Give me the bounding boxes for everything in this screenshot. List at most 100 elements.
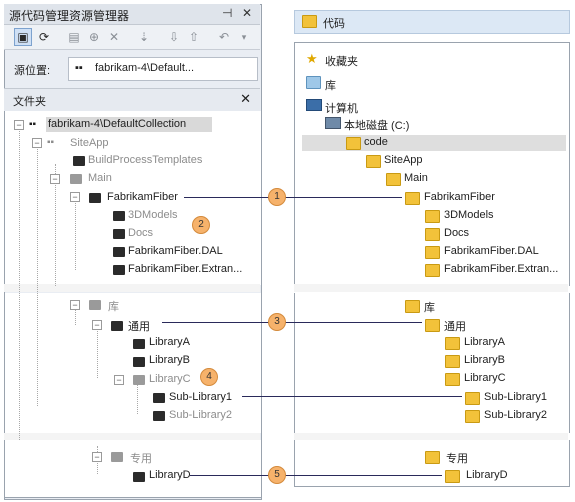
pin-icon[interactable]: ⊣ xyxy=(222,6,232,20)
nav-3dmodels[interactable]: 3DModels xyxy=(444,209,494,221)
delete-icon[interactable]: ✕ xyxy=(106,29,122,45)
tree-node-tongyong[interactable]: 通用 xyxy=(128,318,150,334)
collapse-toggle[interactable]: − xyxy=(70,192,80,202)
folder-icon xyxy=(425,228,440,241)
add-items-icon[interactable]: ⊕ xyxy=(86,29,102,45)
nav-librarya[interactable]: LibraryA xyxy=(464,336,505,348)
tree-node-ku[interactable]: 库 xyxy=(108,298,119,314)
folder-icon xyxy=(445,355,460,368)
folder-icon xyxy=(111,452,123,462)
tree-guide xyxy=(37,146,38,406)
tree-node-sub-library2[interactable]: Sub-Library2 xyxy=(169,409,232,421)
tree-node-fabrikamfiber[interactable]: FabrikamFiber xyxy=(107,191,178,203)
branch-folder-icon xyxy=(133,472,145,482)
toolbar: ▣ ⟳ ▤ ⊕ ✕ ⇣ ⇩ ⇧ ↶ ▾ xyxy=(4,25,260,50)
nav-zhuanyong[interactable]: 专用 xyxy=(446,450,468,466)
nav-tongyong[interactable]: 通用 xyxy=(444,318,466,334)
tree-node-libraryd[interactable]: LibraryD xyxy=(149,469,191,481)
tree-section-private xyxy=(4,440,262,498)
nav-sub-library1[interactable]: Sub-Library1 xyxy=(484,391,547,403)
refresh-icon[interactable]: ⟳ xyxy=(36,29,52,45)
collapse-toggle[interactable]: − xyxy=(92,320,102,330)
tree-node-libraryb[interactable]: LibraryB xyxy=(149,354,190,366)
tree-node-docs[interactable]: Docs xyxy=(128,227,153,239)
nav-siteapp[interactable]: SiteApp xyxy=(384,154,423,166)
folder-icon xyxy=(425,210,440,223)
tree-node-root[interactable]: fabrikam-4\DefaultCollection xyxy=(48,118,186,130)
folder-icon xyxy=(73,156,85,166)
nav-libraryc[interactable]: LibraryC xyxy=(464,372,506,384)
folder-icon xyxy=(425,319,440,332)
nav-ku[interactable]: 库 xyxy=(424,299,435,315)
nav-sub-library2[interactable]: Sub-Library2 xyxy=(484,409,547,421)
tree-node-dal[interactable]: FabrikamFiber.DAL xyxy=(128,245,223,257)
check-out-icon[interactable]: ⇩ xyxy=(166,29,182,45)
collapse-toggle[interactable]: − xyxy=(32,138,42,148)
branch-folder-icon xyxy=(89,193,101,203)
branch-folder-icon xyxy=(133,339,145,349)
folders-close-button[interactable]: ✕ xyxy=(240,91,251,107)
collapse-toggle[interactable]: − xyxy=(50,174,60,184)
nav-library[interactable]: 库 xyxy=(325,77,336,93)
check-in-icon[interactable]: ⇧ xyxy=(186,29,202,45)
collapse-toggle[interactable]: − xyxy=(14,120,24,130)
folder-icon xyxy=(425,246,440,259)
tear-edge xyxy=(4,284,260,292)
nav-dal[interactable]: FabrikamFiber.DAL xyxy=(444,245,539,257)
mapping-connector xyxy=(242,396,462,397)
collapse-toggle[interactable]: − xyxy=(114,375,124,385)
tree-node-libraryc[interactable]: LibraryC xyxy=(149,373,191,385)
collapse-toggle[interactable]: − xyxy=(70,300,80,310)
close-panel-button[interactable]: ✕ xyxy=(242,6,252,20)
tree-node-siteapp[interactable]: SiteApp xyxy=(70,137,109,149)
source-location-value: fabrikam-4\Default... xyxy=(95,62,195,74)
nav-fabrikamfiber[interactable]: FabrikamFiber xyxy=(424,191,495,203)
tree-guide xyxy=(55,182,56,286)
nav-libraryb[interactable]: LibraryB xyxy=(464,354,505,366)
overflow-icon[interactable]: ▾ xyxy=(236,29,252,45)
callout-3: 3 xyxy=(268,313,286,331)
new-folder-icon[interactable]: ▤ xyxy=(66,29,82,45)
selected-row-highlight xyxy=(302,135,566,151)
team-collection-icon: ▪▪ xyxy=(29,119,37,130)
nav-libraryd[interactable]: LibraryD xyxy=(466,469,508,481)
callout-1: 1 xyxy=(268,188,286,206)
tree-node-sub-library1[interactable]: Sub-Library1 xyxy=(169,391,232,403)
undo-icon[interactable]: ↶ xyxy=(216,29,232,45)
folder-icon xyxy=(302,15,317,28)
tree-node-zhuanyong[interactable]: 专用 xyxy=(130,450,152,466)
tear-edge xyxy=(294,284,568,292)
source-location-input[interactable]: ▪▪ fabrikam-4\Default... xyxy=(68,57,258,81)
collapse-toggle[interactable]: − xyxy=(92,452,102,462)
tree-guide xyxy=(19,128,20,440)
tree-node-3dmodels[interactable]: 3DModels xyxy=(128,209,178,221)
nav-computer[interactable]: 计算机 xyxy=(325,100,358,116)
folder-icon xyxy=(465,410,480,423)
nav-extran[interactable]: FabrikamFiber.Extran... xyxy=(444,263,558,275)
folder-icon xyxy=(405,300,420,313)
tree-node-bpt[interactable]: BuildProcessTemplates xyxy=(88,154,202,166)
mapping-connector xyxy=(190,475,442,476)
nav-local-disk[interactable]: 本地磁盘 (C:) xyxy=(344,117,409,133)
nav-code[interactable]: code xyxy=(364,136,388,148)
explorer-title: 代码 xyxy=(323,18,345,30)
mapping-connector xyxy=(184,197,402,198)
nav-docs[interactable]: Docs xyxy=(444,227,469,239)
folder-icon xyxy=(465,392,480,405)
team-collection-icon: ▪▪ xyxy=(75,62,83,74)
get-latest-icon[interactable]: ⇣ xyxy=(136,29,152,45)
tree-node-extran[interactable]: FabrikamFiber.Extran... xyxy=(128,263,242,275)
folder-icon xyxy=(405,192,420,205)
source-location-label: 源位置: xyxy=(14,65,51,77)
nav-favorites[interactable]: 收藏夹 xyxy=(325,53,358,69)
tree-guide xyxy=(97,326,98,378)
panel-title: 源代码管理资源管理器 xyxy=(9,9,130,23)
tree-node-main[interactable]: Main xyxy=(88,172,112,184)
nav-main[interactable]: Main xyxy=(404,172,428,184)
tree-guide xyxy=(75,200,76,270)
mapping-connector xyxy=(162,322,422,323)
folder-open-icon[interactable]: ▣ xyxy=(14,28,32,46)
folder-icon xyxy=(113,265,125,275)
tree-node-librarya[interactable]: LibraryA xyxy=(149,336,190,348)
folder-icon xyxy=(113,229,125,239)
